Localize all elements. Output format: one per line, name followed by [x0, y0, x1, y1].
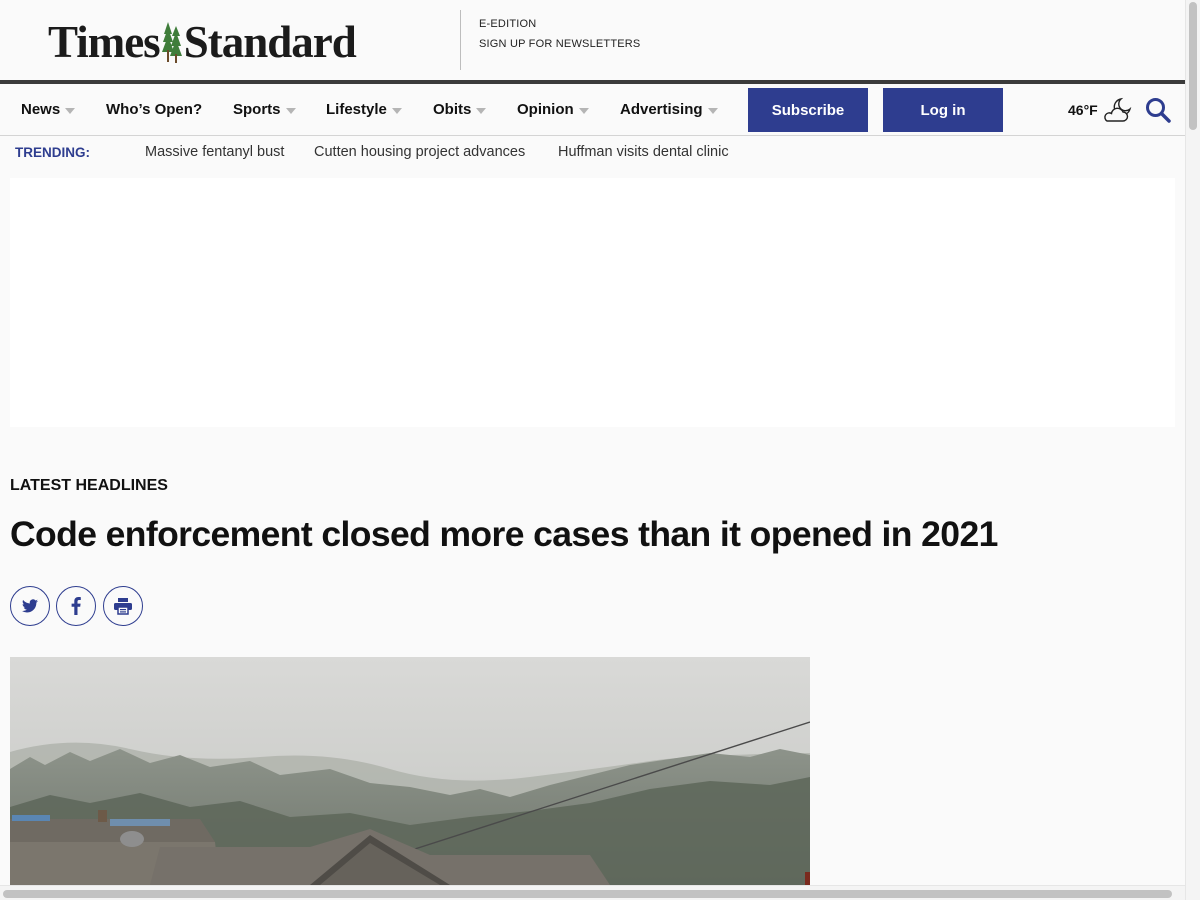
nav-item-obits[interactable]: Obits — [433, 84, 487, 135]
trending-label: TRENDING: — [15, 145, 90, 160]
chevron-down-icon — [578, 107, 589, 114]
nav-item-advertising[interactable]: Advertising — [620, 84, 718, 135]
masthead-divider — [460, 10, 461, 70]
twitter-icon — [22, 599, 38, 613]
trending-link[interactable]: Huffman visits dental clinic — [558, 144, 729, 160]
horizontal-scrollbar[interactable] — [0, 885, 1185, 900]
nav-item-label: Advertising — [620, 101, 703, 118]
article-photo — [10, 657, 810, 885]
nav-item-opinion[interactable]: Opinion — [517, 84, 589, 135]
chevron-down-icon — [285, 107, 296, 114]
masthead: Times Standard E-EDITION SIGN UP FOR NEW… — [0, 0, 1185, 80]
trending-bar: TRENDING: Massive fentanyl bust Cutten h… — [0, 137, 1185, 169]
twitter-share-button[interactable] — [10, 586, 50, 626]
chevron-down-icon — [707, 107, 718, 114]
newsletter-signup-link[interactable]: SIGN UP FOR NEWSLETTERS — [479, 34, 640, 54]
nav-item-label: Opinion — [517, 101, 574, 118]
nav-item-whos-open[interactable]: Who’s Open? — [106, 84, 202, 135]
nav-item-lifestyle[interactable]: Lifestyle — [326, 84, 402, 135]
chevron-down-icon — [391, 107, 402, 114]
redwood-tree-icon — [161, 20, 182, 64]
print-button[interactable] — [103, 586, 143, 626]
vertical-scrollbar-thumb[interactable] — [1189, 2, 1197, 130]
search-icon[interactable] — [1145, 97, 1171, 128]
ad-slot — [10, 178, 1175, 427]
nav-item-label: Sports — [233, 101, 281, 118]
partly-cloudy-night-icon — [1102, 97, 1132, 123]
subscribe-button[interactable]: Subscribe — [748, 88, 868, 132]
temperature: 46°F — [1068, 101, 1098, 118]
print-icon — [113, 597, 133, 615]
top-links: E-EDITION SIGN UP FOR NEWSLETTERS — [479, 14, 640, 54]
nav-item-label: Lifestyle — [326, 101, 387, 118]
chevron-down-icon — [476, 107, 487, 114]
facebook-icon — [71, 597, 81, 615]
nav-item-sports[interactable]: Sports — [233, 84, 296, 135]
logo-text-times: Times — [48, 17, 161, 67]
horizontal-scrollbar-thumb[interactable] — [3, 890, 1172, 898]
article-headline: Code enforcement closed more cases than … — [10, 514, 998, 554]
nav-item-label: Who’s Open? — [106, 101, 203, 118]
nav-item-news[interactable]: News — [21, 84, 76, 135]
e-edition-link[interactable]: E-EDITION — [479, 14, 640, 34]
login-button[interactable]: Log in — [883, 88, 1003, 132]
vertical-scrollbar[interactable] — [1185, 0, 1200, 900]
logo-text-standard: Standard — [183, 17, 357, 67]
weather-widget[interactable]: 46°F — [1068, 84, 1132, 135]
chevron-down-icon — [65, 107, 76, 114]
facebook-share-button[interactable] — [56, 586, 96, 626]
site-logo[interactable]: Times Standard — [48, 14, 357, 70]
section-label[interactable]: LATEST HEADLINES — [10, 477, 168, 495]
main-nav: News Who’s Open? Sports Lifestyle Obits … — [0, 84, 1185, 136]
nav-item-label: News — [21, 101, 61, 118]
trending-link[interactable]: Massive fentanyl bust — [145, 144, 284, 160]
trending-link[interactable]: Cutten housing project advances — [314, 144, 525, 160]
nav-item-label: Obits — [433, 101, 472, 118]
